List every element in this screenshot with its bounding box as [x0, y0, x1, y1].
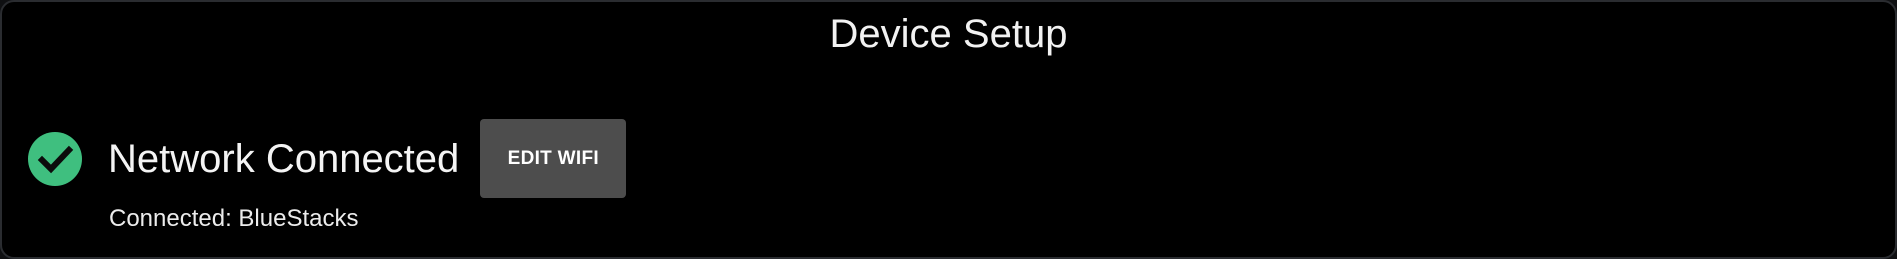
connection-detail: Connected: BlueStacks — [109, 205, 359, 232]
network-status-row: Network Connected EDIT WIFI — [28, 119, 627, 198]
edit-wifi-button[interactable]: EDIT WIFI — [480, 119, 627, 198]
network-status-label: Network Connected — [108, 136, 460, 181]
page-title: Device Setup — [829, 12, 1068, 56]
device-setup-panel: Device Setup Network Connected EDIT WIFI… — [0, 0, 1897, 259]
check-circle-icon — [28, 131, 82, 186]
